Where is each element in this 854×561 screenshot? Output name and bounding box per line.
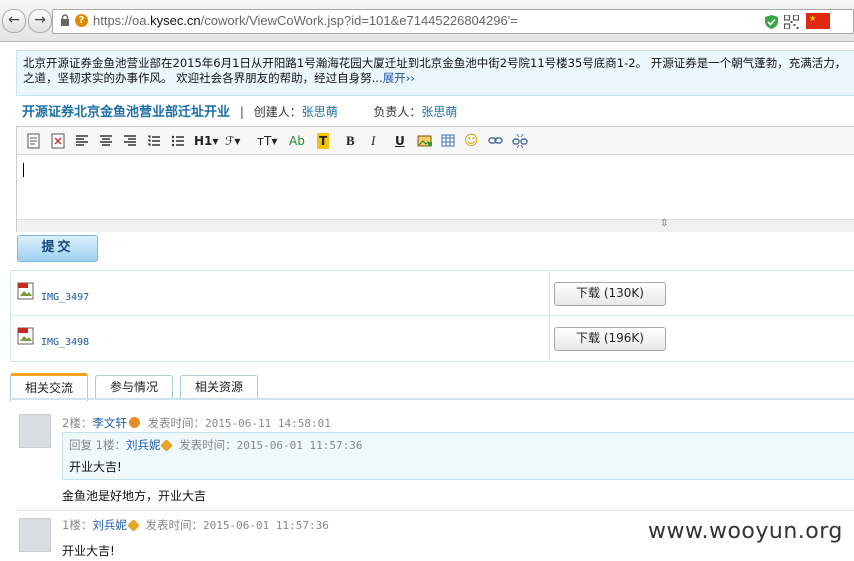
- avatar[interactable]: [19, 518, 51, 552]
- ordered-list-icon[interactable]: [147, 133, 161, 149]
- comment-time: 2015-06-01 11:57:36: [202, 519, 329, 532]
- tab-participation[interactable]: 参与情况: [95, 375, 173, 398]
- jpg-file-icon: [17, 282, 34, 300]
- comment-text: 开业大吉!: [62, 544, 115, 558]
- editor-toolbar: H1▾ ℱ▾ тT▾ Ab T B I U ☺: [17, 127, 854, 155]
- tab-related-resources[interactable]: 相关资源: [180, 375, 258, 398]
- creator-label: 创建人：: [253, 105, 302, 119]
- title-separator: |: [239, 105, 244, 119]
- text-caret: [23, 163, 24, 177]
- verified-badge-icon: [126, 519, 140, 532]
- comment-text: 金鱼池是好地方，开业大吉: [62, 489, 207, 503]
- resize-grip-icon: ⇳: [660, 218, 669, 229]
- comment-divider: [16, 510, 854, 511]
- floor-label: 2楼：: [62, 416, 93, 430]
- editor-resize-handle[interactable]: ⇳: [17, 218, 854, 232]
- comment-editor: H1▾ ℱ▾ тT▾ Ab T B I U ☺ ⇳: [16, 126, 854, 232]
- work-title-row: 开源证券北京金鱼池营业部迁址开业 | 创建人：张思萌 负责人：张思萌: [22, 101, 457, 120]
- font-color-button[interactable]: Ab: [289, 133, 305, 149]
- tab-related-discussion[interactable]: 相关交流: [10, 373, 88, 401]
- owner-name[interactable]: 张思萌: [421, 105, 457, 119]
- announcement-line-2: 之道，坚韧求实的办事作风。 欢迎社会各界朋友的帮助，经过自身努...展开››: [23, 71, 415, 85]
- comment-author[interactable]: 李文轩: [92, 416, 127, 430]
- comment-author[interactable]: 刘兵妮: [92, 518, 127, 532]
- submit-button[interactable]: 提交: [17, 235, 98, 262]
- heading-dropdown[interactable]: H1▾: [194, 133, 218, 149]
- time-label: 发表时间：: [145, 518, 203, 532]
- comment-meta: 2楼：李文轩 发表时间：2015-06-11 14:58:01: [62, 415, 331, 431]
- verified-badge-icon: [160, 439, 174, 452]
- comment-time: 2015-06-11 14:58:01: [204, 417, 331, 430]
- lock-icon: [61, 14, 69, 26]
- china-flag-icon[interactable]: ★: [806, 13, 830, 29]
- unlink-icon[interactable]: [512, 133, 528, 149]
- download-button[interactable]: 下载 (196K): [554, 327, 666, 351]
- align-left-icon[interactable]: [75, 133, 89, 149]
- jpg-file-icon: [17, 327, 34, 345]
- reply-text: 开业大吉!: [69, 460, 122, 474]
- reply-author[interactable]: 刘兵妮: [126, 438, 161, 452]
- emoji-button[interactable]: ☺: [464, 133, 479, 149]
- forward-button[interactable]: →: [28, 9, 52, 33]
- site-warning-icon[interactable]: ?: [75, 14, 88, 27]
- back-button[interactable]: ←: [2, 9, 26, 33]
- watermark: www.wooyun.org: [648, 519, 843, 544]
- comment-meta: 1楼：刘兵妮 发表时间：2015-06-01 11:57:36: [62, 517, 329, 533]
- floor-label: 1楼：: [62, 518, 93, 532]
- user-badge-icon: [128, 417, 140, 428]
- download-button[interactable]: 下载 (130K): [554, 282, 666, 306]
- reply-time: 2015-06-01 11:57:36: [236, 439, 363, 452]
- url-scheme: https://oa.: [93, 13, 151, 28]
- align-right-icon[interactable]: [123, 133, 137, 149]
- browser-toolbar: ← → ? https://oa.kysec.cn/cowork/ViewCoW…: [0, 0, 854, 42]
- attachment-row: IMG_3498 下载 (196K): [10, 315, 854, 362]
- bold-button[interactable]: B: [346, 133, 355, 149]
- avatar[interactable]: [19, 414, 51, 448]
- url-path: /cowork/ViewCoWork.jsp?id=101&e714452268…: [200, 13, 518, 28]
- page-title: 开源证券北京金鱼池营业部迁址开业: [22, 105, 231, 120]
- unordered-list-icon[interactable]: [171, 133, 185, 149]
- editor-text-area[interactable]: [17, 155, 854, 219]
- forward-arrow-icon: →: [34, 12, 46, 28]
- creator-name[interactable]: 张思萌: [302, 105, 338, 119]
- time-label: 发表时间：: [147, 416, 205, 430]
- quoted-reply: 回复 1楼：刘兵妮 发表时间：2015-06-01 11:57:36 开业大吉!: [62, 432, 854, 480]
- italic-button[interactable]: I: [371, 133, 375, 149]
- announcement-box: 北京开源证券金鱼池营业部在2015年6月1日从开阳路1号瀚海花园大厦迁址到北京金…: [16, 50, 854, 96]
- expand-link[interactable]: 展开››: [383, 71, 415, 85]
- underline-button[interactable]: U: [395, 133, 405, 149]
- highlight-color-button[interactable]: T: [317, 133, 330, 149]
- font-family-dropdown[interactable]: ℱ▾: [225, 133, 240, 149]
- attachment-row: IMG_3497 下载 (130K): [10, 270, 854, 317]
- source-code-icon[interactable]: [27, 133, 41, 149]
- reply-prefix: 回复 1楼：: [69, 438, 126, 452]
- insert-table-icon[interactable]: [441, 133, 455, 149]
- link-icon[interactable]: [488, 133, 504, 149]
- owner-label: 负责人：: [373, 105, 422, 119]
- shield-icon[interactable]: [764, 15, 779, 29]
- url-host: kysec.cn: [150, 13, 201, 28]
- url-text[interactable]: https://oa.kysec.cn/cowork/ViewCoWork.js…: [93, 13, 518, 28]
- align-center-icon[interactable]: [99, 133, 113, 149]
- attachment-name[interactable]: IMG_3497: [41, 292, 89, 303]
- tabs-underline: [10, 398, 854, 400]
- time-label: 发表时间：: [179, 438, 237, 452]
- clear-format-icon[interactable]: [51, 133, 65, 149]
- font-size-dropdown[interactable]: тT▾: [257, 133, 277, 149]
- insert-image-icon[interactable]: [417, 133, 433, 149]
- qr-code-icon[interactable]: [784, 15, 799, 29]
- attachment-name[interactable]: IMG_3498: [41, 337, 89, 348]
- reply-meta: 回复 1楼：刘兵妮 发表时间：2015-06-01 11:57:36: [69, 437, 362, 453]
- address-bar[interactable]: ? https://oa.kysec.cn/cowork/ViewCoWork.…: [52, 9, 854, 34]
- back-arrow-icon: ←: [8, 12, 20, 28]
